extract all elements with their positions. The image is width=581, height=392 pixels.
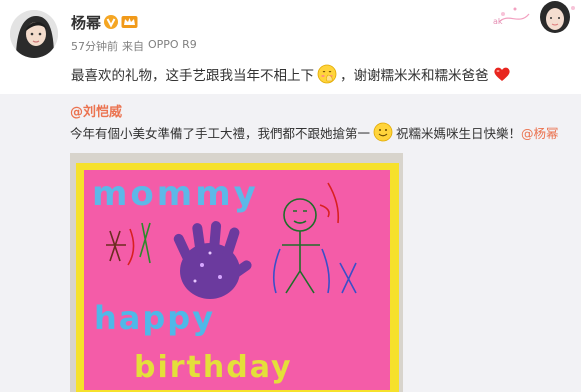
vip-crown-icon[interactable] xyxy=(121,15,138,29)
mention-link[interactable]: @杨幂 xyxy=(521,123,559,142)
post-text-part1: 最喜欢的礼物，这手艺跟我当年不相上下 xyxy=(71,68,314,84)
birthday-card-photo[interactable]: mommy happy birthday xyxy=(70,153,403,392)
corner-avatar-decoration: ak xyxy=(493,1,575,33)
repost-text: 今年有個小美女準備了手工大禮，我們都不跟她搶第一 祝糯米媽咪生日快樂！ @杨幂 xyxy=(70,122,559,142)
post-text-part2: ，谢谢糯米米和糯米爸爸 xyxy=(340,68,489,84)
verified-v-icon xyxy=(104,15,119,29)
repost-text-part2: 祝糯米媽咪生日快樂！ xyxy=(396,125,522,141)
repost-card: @刘恺威 今年有個小美女準備了手工大禮，我們都不跟她搶第一 祝糯米媽咪生日快樂！… xyxy=(0,94,581,392)
smile-emoji xyxy=(373,122,393,142)
svg-text:ak: ak xyxy=(493,17,503,26)
repost-author[interactable]: @刘恺威 xyxy=(70,101,122,120)
author-avatar[interactable] xyxy=(10,10,58,58)
mommy-letters: mommy xyxy=(92,174,259,214)
card-line1: mommy xyxy=(92,174,259,214)
repost-text-part1: 今年有個小美女準備了手工大禮，我們都不跟她搶第一 xyxy=(70,125,371,141)
weibo-post: 杨幂 57分钟前 来自 OPPO R9 ak 最喜欢的礼物，这手艺跟我当年不相上… xyxy=(0,0,581,392)
red-heart-emoji xyxy=(493,67,510,81)
source-prefix: 来自 xyxy=(122,40,144,53)
shy-hand-emoji xyxy=(317,64,337,84)
card-line2: happy xyxy=(94,299,215,337)
post-text: 最喜欢的礼物，这手艺跟我当年不相上下 ，谢谢糯米米和糯米爸爸 xyxy=(71,64,515,84)
post-time[interactable]: 57分钟前 xyxy=(71,38,118,54)
author-row: 杨幂 xyxy=(71,11,138,33)
card-line3: birthday xyxy=(134,350,293,385)
post-source[interactable]: OPPO R9 xyxy=(148,38,197,54)
author-name[interactable]: 杨幂 xyxy=(71,12,101,33)
birthday-letters: birthday xyxy=(134,350,293,385)
post-meta: 57分钟前 来自 OPPO R9 xyxy=(71,38,197,54)
happy-letters: happy xyxy=(94,299,215,337)
